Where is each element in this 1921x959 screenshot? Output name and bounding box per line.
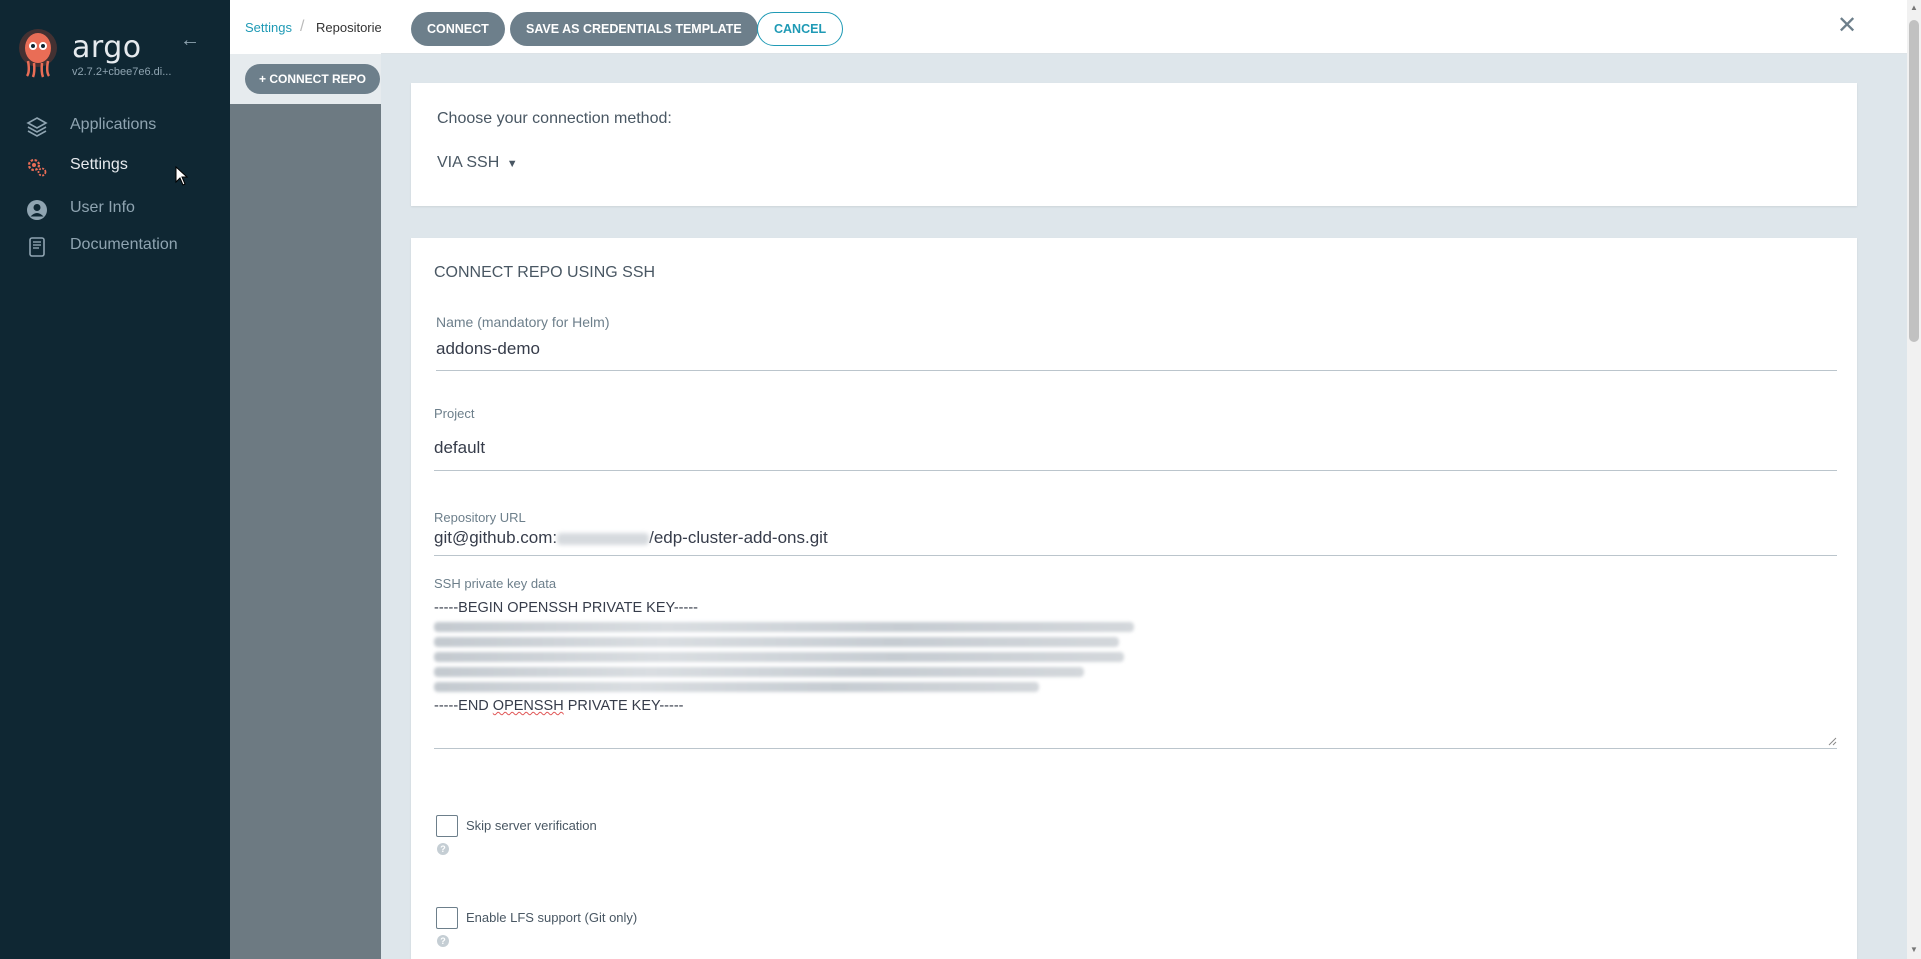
sidebar: argo v2.7.2+cbee7e6.di... ← Applications… bbox=[0, 0, 230, 959]
redacted-key-line bbox=[434, 622, 1134, 632]
ssh-private-key-label: SSH private key data bbox=[434, 576, 557, 591]
breadcrumb-separator: / bbox=[300, 18, 305, 35]
connection-method-dropdown[interactable]: VIA SSH ▼ bbox=[437, 154, 518, 172]
project-field-label: Project bbox=[434, 406, 475, 421]
collapse-sidebar-arrow-icon[interactable]: ← bbox=[180, 30, 200, 50]
help-icon[interactable]: ? bbox=[437, 843, 449, 855]
key-end-line: -----END OPENSSH PRIVATE KEY----- bbox=[434, 697, 1837, 716]
ssh-form-card: CONNECT REPO USING SSH Name (mandatory f… bbox=[411, 238, 1857, 959]
mouse-pointer-icon bbox=[175, 166, 189, 186]
caret-down-icon: ▼ bbox=[506, 158, 518, 170]
sidebar-nav: Applications Settings User Info Document… bbox=[0, 106, 230, 266]
plus-icon: + bbox=[259, 72, 270, 86]
scroll-up-arrow-icon[interactable]: ▲ bbox=[1910, 3, 1918, 12]
sidebar-item-documentation[interactable]: Documentation bbox=[0, 226, 230, 266]
project-underline bbox=[434, 470, 1837, 471]
skip-server-verification-label: Skip server verification bbox=[466, 818, 597, 833]
panel-header: CONNECT SAVE AS CREDENTIALS TEMPLATE CAN… bbox=[381, 0, 1907, 54]
name-input[interactable]: addons-demo bbox=[436, 339, 540, 359]
repository-url-field: Repository URL git@github.com: /edp-clust… bbox=[434, 510, 1837, 560]
connect-button[interactable]: CONNECT bbox=[411, 12, 505, 46]
cancel-button[interactable]: CANCEL bbox=[757, 12, 844, 46]
redacted-key-line bbox=[434, 682, 1039, 692]
repository-url-underline bbox=[434, 555, 1837, 556]
gears-icon bbox=[27, 158, 47, 177]
sidebar-item-label: User Info bbox=[70, 199, 135, 216]
sidebar-item-label: Settings bbox=[70, 156, 128, 173]
redacted-key-line bbox=[434, 667, 1084, 677]
connect-repo-panel: CONNECT SAVE AS CREDENTIALS TEMPLATE CAN… bbox=[381, 0, 1907, 959]
layers-icon bbox=[26, 117, 48, 137]
enable-lfs-label: Enable LFS support (Git only) bbox=[466, 910, 638, 925]
section-title: CONNECT REPO USING SSH bbox=[434, 264, 656, 281]
argo-logo-icon bbox=[19, 29, 57, 78]
brand-name: argo bbox=[72, 30, 142, 65]
connection-method-prompt: Choose your connection method: bbox=[437, 110, 672, 127]
scroll-down-arrow-icon[interactable]: ▼ bbox=[1910, 945, 1918, 954]
skip-server-verification-checkbox[interactable] bbox=[436, 815, 458, 837]
help-icon[interactable]: ? bbox=[437, 935, 449, 947]
redacted-username bbox=[557, 532, 650, 545]
sidebar-item-settings[interactable]: Settings bbox=[0, 146, 230, 186]
project-field: Project default bbox=[434, 406, 1837, 471]
resize-handle-icon[interactable] bbox=[1827, 736, 1837, 746]
book-icon bbox=[29, 237, 45, 257]
ssh-private-key-field: SSH private key data -----BEGIN OPENSSH … bbox=[434, 576, 1837, 756]
redacted-key-line bbox=[434, 652, 1124, 662]
enable-lfs-checkbox[interactable] bbox=[436, 907, 458, 929]
key-end-prefix: -----END bbox=[434, 698, 493, 714]
name-underline bbox=[436, 370, 1837, 371]
name-field-label: Name (mandatory for Helm) bbox=[436, 314, 610, 330]
version-label: v2.7.2+cbee7e6.di... bbox=[72, 66, 172, 78]
repository-url-suffix: /edp-cluster-add-ons.git bbox=[649, 528, 828, 547]
project-select[interactable]: default bbox=[434, 438, 485, 458]
connect-repo-label: CONNECT REPO bbox=[269, 72, 367, 86]
sidebar-item-applications[interactable]: Applications bbox=[0, 106, 230, 146]
save-credentials-template-button[interactable]: SAVE AS CREDENTIALS TEMPLATE bbox=[510, 12, 758, 46]
breadcrumb-settings-link[interactable]: Settings bbox=[245, 20, 292, 35]
repository-url-input[interactable]: git@github.com: /edp-cluster-add-ons.git bbox=[434, 528, 828, 548]
user-icon bbox=[27, 200, 47, 220]
connection-method-card: Choose your connection method: VIA SSH ▼ bbox=[411, 83, 1857, 206]
name-field: Name (mandatory for Helm) addons-demo bbox=[434, 314, 1837, 374]
sidebar-item-label: Applications bbox=[70, 116, 157, 133]
connect-repo-button[interactable]: + CONNECT REPO bbox=[245, 64, 381, 94]
redacted-key-line bbox=[434, 637, 1119, 647]
vertical-scrollbar[interactable]: ▲ ▼ bbox=[1907, 0, 1921, 959]
sidebar-item-label: Documentation bbox=[70, 236, 178, 253]
ssh-private-key-textarea[interactable]: -----BEGIN OPENSSH PRIVATE KEY----- ----… bbox=[434, 599, 1837, 749]
repository-url-prefix: git@github.com: bbox=[434, 528, 558, 547]
key-begin-line: -----BEGIN OPENSSH PRIVATE KEY----- bbox=[434, 600, 698, 616]
connection-method-value: VIA SSH bbox=[437, 154, 500, 171]
breadcrumb-repositories: Repositorie bbox=[316, 20, 382, 35]
sidebar-item-user-info[interactable]: User Info bbox=[0, 189, 230, 229]
key-end-suffix: PRIVATE KEY----- bbox=[563, 698, 684, 714]
scrollbar-thumb[interactable] bbox=[1909, 20, 1919, 342]
close-icon[interactable]: ✕ bbox=[1837, 14, 1857, 38]
key-end-word: OPENSSH bbox=[492, 698, 564, 714]
repository-url-label: Repository URL bbox=[434, 510, 526, 525]
